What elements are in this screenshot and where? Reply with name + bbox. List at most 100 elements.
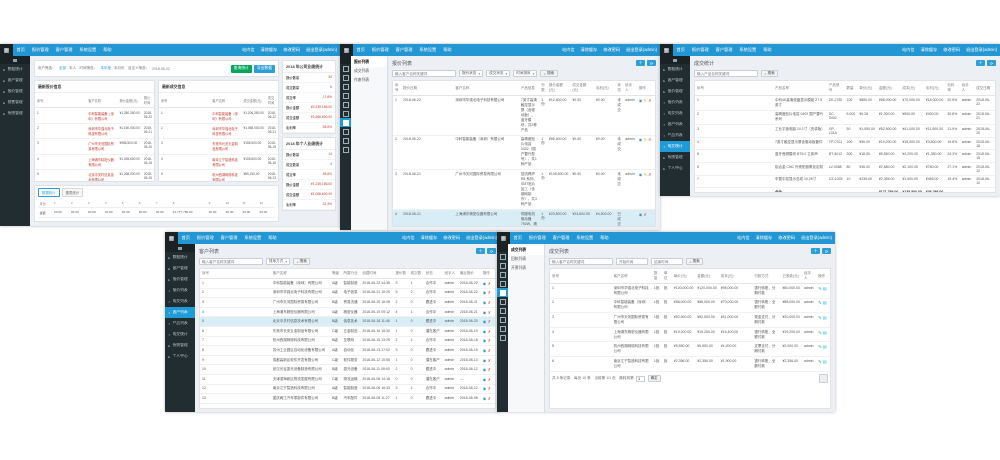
table-row[interactable]: 合计¥171,786.00¥135,500.00¥36,286.00 (695, 188, 995, 193)
sidebar-item[interactable]: ▸ 报价管理 (0, 86, 30, 97)
secondary-menu-item[interactable]: 报价列表 (351, 58, 387, 67)
nav-user-link[interactable]: 清除缓存 (578, 44, 601, 56)
action-icon[interactable]: ✗ (488, 339, 491, 343)
sidebar-item[interactable]: ▪ 成交列表 (660, 108, 690, 119)
filter-select[interactable]: 报价状态 (459, 70, 483, 77)
page-confirm-button[interactable]: 确定 (648, 375, 661, 382)
action-icon[interactable]: ▤ (823, 287, 827, 291)
nav-user-link[interactable]: 修改密码 (940, 44, 963, 56)
sidebar-item[interactable]: ▸ 系统管理 (0, 108, 30, 119)
filter-select[interactable]: 排序方式 (266, 258, 290, 265)
date-to-input[interactable] (651, 258, 683, 265)
action-icon[interactable]: ✎ (818, 316, 821, 320)
table-row[interactable]: 5 杭州西湖网络科技有限公司 1批 批 ¥5,550.00 ¥5,550.00 (550, 342, 830, 357)
header-action-button[interactable]: ⟳ (987, 60, 996, 67)
search-button[interactable]: ⌕搜索 (540, 70, 557, 77)
nav-link[interactable]: 系统设置 (241, 232, 265, 244)
nav-link[interactable]: 系统设置 (76, 44, 100, 56)
action-icon[interactable]: ✗ (488, 291, 491, 295)
nav-user-link[interactable]: 站内信 (239, 44, 258, 56)
table-row[interactable]: 6 东莞市长安五金制品有限公司 C级 五金制品 2018-06-16 15:30… (200, 326, 495, 336)
table-row[interactable]: 3东莞市长安五金制品有限公司¥186,500.002018-06-19 (159, 139, 278, 154)
sidebar-item[interactable]: ▸ 系统管理 (165, 340, 195, 351)
action-icon[interactable]: ◉ (483, 359, 486, 363)
action-icon[interactable]: ✗ (648, 138, 651, 142)
rail-item[interactable] (340, 118, 351, 127)
nav-user-link[interactable]: 退出登录(admin) (623, 44, 660, 56)
rail-item[interactable] (340, 145, 351, 154)
action-icon[interactable]: ✗ (488, 349, 491, 353)
sidebar-item[interactable]: ▸ 数据统计 (0, 64, 30, 75)
rail-item[interactable] (340, 100, 351, 109)
search-button[interactable]: ⌕搜索 (686, 258, 703, 265)
sidebar-header[interactable] (660, 56, 690, 64)
secondary-menu-item[interactable]: 回款列表 (508, 255, 544, 264)
table-row[interactable]: 5蓝牙音频模块 BT5.0 立体声BT-5012300¥18.50¥5,550.… (695, 150, 995, 163)
action-icon[interactable]: ✗ (644, 213, 647, 217)
sidebar-item[interactable]: ▸ 数据统计 (165, 252, 195, 263)
secondary-menu-item[interactable]: 成交列表 (351, 67, 387, 76)
nav-link[interactable]: 报价管理 (368, 44, 392, 56)
action-icon[interactable]: ◉ (639, 213, 642, 217)
rail-item[interactable] (340, 73, 351, 82)
rail-item[interactable] (340, 64, 351, 73)
nav-user-link[interactable]: 站内信 (734, 232, 753, 244)
action-icon[interactable]: ◉ (483, 330, 486, 334)
nav-user-link[interactable]: 清除缓存 (918, 44, 941, 56)
table-row[interactable]: 6铝合金 CNC 外壳阳极氧化定制LV-008880¥36.00¥2,880.0… (695, 162, 995, 175)
nav-user-link[interactable]: 清除缓存 (753, 232, 776, 244)
sidebar-item[interactable]: ▪ 客户列表 (165, 307, 195, 318)
action-icon[interactable]: ✗ (488, 311, 491, 315)
nav-link[interactable]: 客户管理 (712, 44, 736, 56)
action-icon[interactable]: ✎ (644, 99, 647, 103)
filter-option[interactable]: 本人 (69, 66, 77, 71)
rail-item[interactable] (497, 288, 508, 297)
search-button[interactable]: ⌕搜索 (293, 258, 310, 265)
sidebar-header[interactable] (497, 244, 508, 252)
table-row[interactable]: 5北京中关村信息技术有限公司¥1,268,000.002018-06-15 (35, 169, 154, 181)
nav-link[interactable]: 首页 (178, 232, 193, 244)
table-row[interactable]: 4上海浦东精密仪器有限公司¥1,035,600.002018-06-18 (35, 154, 154, 169)
sidebar-item[interactable]: ▪ 报价列表 (660, 97, 690, 108)
sidebar-header[interactable] (165, 244, 195, 252)
rail-item[interactable] (340, 82, 351, 91)
table-row[interactable]: 12 南京江宁智造科技有限公司 A级 智能制造 2018-06-06 16:33… (200, 384, 495, 394)
table-row[interactable]: 3 广州市天河国际贸易有限公司 B级 贸易流通 2018-06-20 16:08… (200, 298, 495, 308)
table-row[interactable]: 1 中科智能装备（深圳）有限公司 A级 智能制造 2018-06-22 14:3… (200, 279, 495, 289)
table-row[interactable]: 7车载中控显示总成 10.25寸CZ-102510¥235.60¥2,356.0… (695, 175, 995, 188)
sidebar-item[interactable]: ▸ 个人中心 (165, 351, 195, 362)
table-row[interactable]: 1中科智能装备（深圳）有限公司¥1,280,350.002018-06-22 (35, 108, 154, 123)
filter-select[interactable]: 时间排序 (513, 70, 537, 77)
nav-link[interactable]: 系统设置 (416, 44, 440, 56)
table-row[interactable]: 2深圳市华强北电子科技有限公司¥1,180,000.002018-06-21 (35, 123, 154, 138)
stats-tab[interactable]: 图表统计 (62, 188, 84, 197)
filter-option[interactable]: 本年度 (100, 66, 112, 71)
rail-item[interactable] (497, 252, 508, 261)
sidebar-item[interactable]: ▸ 客户管理 (0, 75, 30, 86)
action-icon[interactable]: ✗ (488, 282, 491, 286)
sidebar-item[interactable]: ▪ 成交统计 (165, 329, 195, 340)
action-icon[interactable]: ✎ (818, 331, 821, 335)
rail-item[interactable] (340, 91, 351, 100)
table-row[interactable]: 4 上海浦东精密仪器有限公司 1批 批 ¥19,200.00 ¥19,200.0… (550, 327, 830, 342)
nav-user-link[interactable]: 退出登录(admin) (463, 232, 500, 244)
table-row[interactable]: 8 苏州工业园区自动化设备有限公司 A级 自动化 2018-06-13 17:0… (200, 346, 495, 356)
action-icon[interactable]: ▤ (823, 301, 827, 305)
nav-user-link[interactable]: 修改密码 (280, 44, 303, 56)
table-row[interactable]: 4南京江宁智造科技有限公司¥106,600.002018-06-16 (159, 154, 278, 169)
table-row[interactable]: 3 2018-06-21 广州市天河国际贸易有限公司 回流焊炉 R8 系列、SM… (393, 170, 655, 210)
rail-item[interactable] (340, 109, 351, 118)
table-row[interactable]: 2 深圳市华强北电子科技有限公司 A级 电子信息 2018-06-21 10:2… (200, 288, 495, 298)
action-icon[interactable]: ◉ (639, 138, 642, 142)
nav-user-link[interactable]: 站内信 (399, 232, 418, 244)
nav-link[interactable]: 系统设置 (736, 44, 760, 56)
rail-item[interactable] (497, 279, 508, 288)
table-row[interactable]: 5杭州西湖网络科技有限公司¥85,150.002018-06-13 (159, 169, 278, 181)
action-icon[interactable]: ✗ (648, 173, 651, 177)
rail-item[interactable] (497, 270, 508, 279)
action-icon[interactable]: ◉ (483, 349, 486, 353)
action-icon[interactable]: ▤ (823, 360, 827, 364)
table-row[interactable]: 47英寸触控显示屏含驱动板套件TP-0701200¥96.00¥19,200.0… (695, 137, 995, 150)
secondary-menu-item[interactable]: 开票列表 (508, 264, 544, 273)
table-row[interactable]: 2 2018-06-22 中科智能装备（深圳）有限公司 高精度贴片电容 0402… (393, 135, 655, 170)
